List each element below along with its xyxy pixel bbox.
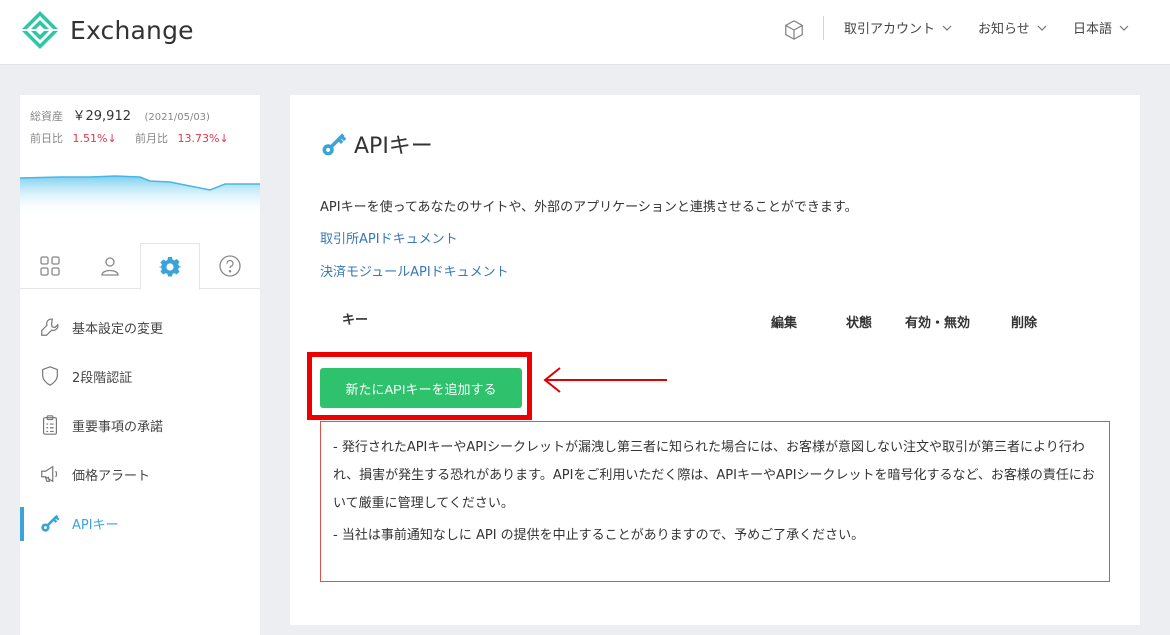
tab-profile[interactable] bbox=[80, 243, 140, 289]
tab-dashboard[interactable] bbox=[20, 243, 80, 289]
sidebar-item-label: 基本設定の変更 bbox=[72, 321, 164, 337]
top-header: Exchange 取引アカウント お知らせ 日本語 bbox=[0, 0, 1170, 65]
column-header-enable-disable: 有効・無効 bbox=[905, 316, 971, 331]
menu-trading-account[interactable]: 取引アカウント bbox=[844, 18, 952, 37]
tab-settings[interactable] bbox=[140, 243, 200, 290]
sidebar-item-price-alert[interactable]: 価格アラート bbox=[20, 454, 260, 494]
total-assets: 総資産 ￥29,912 (2021/05/03) bbox=[30, 105, 210, 124]
asset-sparkline bbox=[20, 175, 260, 215]
column-header-delete: 削除 bbox=[1011, 316, 1038, 331]
chevron-down-icon bbox=[1037, 25, 1047, 31]
sidebar: 総資産 ￥29,912 (2021/05/03) 前日比 1.51%↓ 前月比 … bbox=[20, 95, 260, 635]
sidebar-item-api-key[interactable]: APIキー bbox=[20, 503, 260, 543]
menu-label: 日本語 bbox=[1073, 22, 1113, 37]
key-icon bbox=[38, 511, 62, 535]
grid-icon bbox=[40, 256, 60, 276]
column-header-status: 状態 bbox=[846, 316, 873, 331]
sidebar-item-label: APIキー bbox=[72, 517, 119, 533]
megaphone-icon bbox=[38, 462, 62, 486]
brand-diamond-icon bbox=[21, 11, 59, 49]
sidebar-item-label: 価格アラート bbox=[72, 468, 151, 484]
menu-notifications[interactable]: お知らせ bbox=[978, 18, 1047, 37]
add-api-key-button[interactable]: 新たにAPIキーを追加する bbox=[320, 368, 522, 408]
notice-paragraph: - 当社は事前通知なしに API の提供を中止することがありますので、予めご了承… bbox=[333, 528, 865, 543]
tab-help[interactable] bbox=[200, 243, 260, 289]
user-icon bbox=[101, 257, 119, 276]
brand-logo[interactable]: Exchange bbox=[20, 10, 194, 50]
month-change-value: 13.73%↓ bbox=[177, 132, 229, 145]
day-change: 前日比 1.51%↓ bbox=[30, 130, 117, 146]
payment-module-api-docs-link[interactable]: 決済モジュールAPIドキュメント bbox=[320, 261, 509, 280]
warning-notice: - 発行されたAPIキーやAPIシークレットが漏洩し第三者に知られた場合には、お… bbox=[320, 421, 1110, 582]
sidebar-item-consent[interactable]: 重要事項の承諾 bbox=[20, 405, 260, 445]
main-panel: APIキー APIキーを使ってあなたのサイトや、外部のアプリケーションと連携させ… bbox=[290, 95, 1140, 625]
sidebar-item-label: 重要事項の承諾 bbox=[72, 419, 164, 435]
column-header-edit: 編集 bbox=[771, 316, 798, 331]
column-header-key: キー bbox=[342, 313, 369, 328]
total-assets-value: ￥29,912 bbox=[72, 109, 132, 124]
page-title-text: APIキー bbox=[354, 134, 433, 159]
day-change-value: 1.51%↓ bbox=[72, 132, 117, 145]
chevron-down-icon bbox=[1119, 25, 1129, 31]
clipboard-icon bbox=[38, 413, 62, 437]
sidebar-item-basic-settings[interactable]: 基本設定の変更 bbox=[20, 307, 260, 347]
api-description: APIキーを使ってあなたのサイトや、外部のアプリケーションと連携させることができ… bbox=[320, 200, 858, 215]
total-assets-date: (2021/05/03) bbox=[144, 112, 210, 123]
sidebar-item-2fa[interactable]: 2段階認証 bbox=[20, 356, 260, 396]
gear-icon bbox=[158, 256, 182, 276]
chevron-down-icon bbox=[942, 25, 952, 31]
menu-label: 取引アカウント bbox=[844, 22, 936, 37]
menu-label: お知らせ bbox=[978, 22, 1030, 37]
exchange-api-docs-link[interactable]: 取引所APIドキュメント bbox=[320, 228, 458, 247]
cube-icon[interactable] bbox=[783, 19, 805, 41]
sidebar-tabs bbox=[20, 243, 260, 290]
notice-paragraph: - 発行されたAPIキーやAPIシークレットが漏洩し第三者に知られた場合には、お… bbox=[333, 440, 1095, 511]
menu-language[interactable]: 日本語 bbox=[1073, 18, 1129, 37]
day-change-label: 前日比 bbox=[30, 132, 63, 145]
brand-name: Exchange bbox=[70, 15, 194, 45]
question-circle-icon bbox=[219, 255, 241, 277]
month-change-label: 前月比 bbox=[135, 132, 168, 145]
month-change: 前月比 13.73%↓ bbox=[135, 130, 229, 146]
page-title: APIキー bbox=[320, 128, 433, 160]
wrench-icon bbox=[38, 315, 62, 339]
total-assets-label: 総資産 bbox=[30, 110, 63, 123]
arrow-left-icon bbox=[543, 367, 667, 393]
header-divider bbox=[823, 16, 824, 40]
sidebar-item-label: 2段階認証 bbox=[72, 370, 133, 386]
shield-icon bbox=[38, 364, 62, 388]
key-icon bbox=[322, 133, 347, 156]
